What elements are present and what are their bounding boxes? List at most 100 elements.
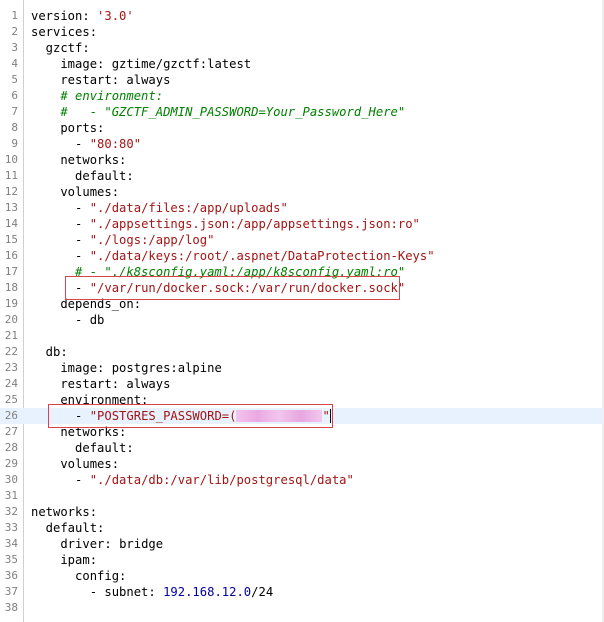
code-token: always — [126, 73, 171, 87]
code-token: gztime/gzctf:latest — [111, 57, 252, 71]
code-line[interactable]: 35 ipam: — [0, 552, 604, 568]
code-line[interactable]: 36 config: — [0, 568, 604, 584]
code-token: db — [89, 313, 105, 327]
code-line[interactable]: 1 version: '3.0' — [0, 8, 604, 24]
code-line[interactable]: 21 — [0, 328, 604, 344]
code-token: - subnet: — [31, 585, 164, 599]
line-number: 14 — [4, 217, 18, 230]
line-code: default: — [31, 440, 134, 456]
line-number: 23 — [4, 361, 18, 374]
line-number: 13 — [4, 201, 18, 214]
line-number: 34 — [4, 537, 18, 550]
line-code: services: — [31, 24, 97, 40]
line-number: 9 — [11, 137, 18, 150]
code-token: "80:80" — [89, 137, 142, 151]
line-code: - "./logs:/app/log" — [31, 232, 214, 248]
code-token: # environment: — [31, 89, 164, 103]
line-number: 27 — [4, 425, 18, 438]
line-number: 32 — [4, 505, 18, 518]
line-number: 19 — [4, 297, 18, 310]
code-line[interactable]: 7 # - "GZCTF_ADMIN_PASSWORD=Your_Passwor… — [0, 104, 604, 120]
annotation-box-docker-sock — [65, 276, 400, 300]
code-line[interactable]: 31 — [0, 488, 604, 504]
code-line[interactable]: 32 networks: — [0, 504, 604, 520]
code-line[interactable]: 29 volumes: — [0, 456, 604, 472]
code-line[interactable]: 33 default: — [0, 520, 604, 536]
line-number: 2 — [11, 25, 18, 38]
code-line[interactable]: 28 default: — [0, 440, 604, 456]
code-line[interactable]: 38 — [0, 600, 604, 616]
code-token: - — [31, 201, 90, 215]
code-line[interactable]: 30 - "./data/db:/var/lib/postgresql/data… — [0, 472, 604, 488]
line-code: - "80:80" — [31, 136, 141, 152]
line-code: config: — [31, 568, 126, 584]
line-code: restart: always — [31, 72, 170, 88]
code-token: volumes: — [31, 457, 120, 471]
code-token: "./appsettings.json:/app/appsettings.jso… — [89, 217, 420, 231]
code-token: bridge — [119, 537, 164, 551]
line-number: 36 — [4, 569, 18, 582]
code-line[interactable]: 24 restart: always — [0, 376, 604, 392]
code-token: "./logs:/app/log" — [89, 233, 215, 247]
line-number: 1 — [11, 9, 18, 22]
code-token: ipam: — [31, 553, 98, 567]
line-number: 6 — [11, 89, 18, 102]
line-number: 5 — [11, 73, 18, 86]
code-token: - — [31, 313, 90, 327]
line-code: image: postgres:alpine — [31, 360, 222, 376]
code-token: restart: — [31, 73, 127, 87]
code-line[interactable]: 20 - db — [0, 312, 604, 328]
code-line[interactable]: 4 image: gztime/gzctf:latest — [0, 56, 604, 72]
code-line[interactable]: 14 - "./appsettings.json:/app/appsetting… — [0, 216, 604, 232]
code-line[interactable]: 10 networks: — [0, 152, 604, 168]
line-number: 12 — [4, 185, 18, 198]
code-line[interactable]: 34 driver: bridge — [0, 536, 604, 552]
code-line[interactable]: 13 - "./data/files:/app/uploads" — [0, 200, 604, 216]
line-number: 17 — [4, 265, 18, 278]
code-token: - — [31, 249, 90, 263]
code-token: postgres:alpine — [111, 361, 222, 375]
code-token: db: — [31, 345, 68, 359]
code-line[interactable]: 11 default: — [0, 168, 604, 184]
code-token: - — [31, 473, 90, 487]
line-code: default: — [31, 520, 105, 536]
code-token: # - "GZCTF_ADMIN_PASSWORD=Your_Password_… — [31, 105, 406, 119]
line-code: volumes: — [31, 456, 119, 472]
code-line[interactable]: 12 volumes: — [0, 184, 604, 200]
line-number: 26 — [4, 409, 18, 422]
line-code: volumes: — [31, 184, 119, 200]
code-line[interactable]: 2 services: — [0, 24, 604, 40]
line-number: 3 — [11, 41, 18, 54]
code-line[interactable]: 23 image: postgres:alpine — [0, 360, 604, 376]
code-line[interactable]: 37 - subnet: 192.168.12.0/24 — [0, 584, 604, 600]
line-code: - db — [31, 312, 104, 328]
code-line[interactable]: 22 db: — [0, 344, 604, 360]
code-token: image: — [31, 57, 112, 71]
code-token: networks: — [31, 153, 127, 167]
code-token: "./data/db:/var/lib/postgresql/data" — [89, 473, 354, 487]
line-number: 37 — [4, 585, 18, 598]
code-token: 192.168.12.0 — [163, 585, 252, 599]
line-number: 25 — [4, 393, 18, 406]
code-token: default: — [31, 521, 105, 535]
line-code: networks: — [31, 504, 97, 520]
code-line[interactable]: 6 # environment: — [0, 88, 604, 104]
line-number: 33 — [4, 521, 18, 534]
line-number: 22 — [4, 345, 18, 358]
code-line[interactable]: 9 - "80:80" — [0, 136, 604, 152]
line-number: 30 — [4, 473, 18, 486]
code-line[interactable]: 5 restart: always — [0, 72, 604, 88]
code-line[interactable]: 15 - "./logs:/app/log" — [0, 232, 604, 248]
line-code: db: — [31, 344, 68, 360]
code-line[interactable]: 16 - "./data/keys:/root/.aspnet/DataProt… — [0, 248, 604, 264]
line-number: 21 — [4, 329, 18, 342]
code-line[interactable]: 3 gzctf: — [0, 40, 604, 56]
line-number: 35 — [4, 553, 18, 566]
code-token: '3.0' — [97, 9, 134, 23]
code-token: /24 — [251, 585, 274, 599]
code-token: config: — [31, 569, 127, 583]
line-number: 20 — [4, 313, 18, 326]
line-number: 24 — [4, 377, 18, 390]
code-line[interactable]: 8 ports: — [0, 120, 604, 136]
code-editor[interactable]: 1 version: '3.0' 2 services: 3 gzctf: 4 image… — [0, 0, 604, 622]
